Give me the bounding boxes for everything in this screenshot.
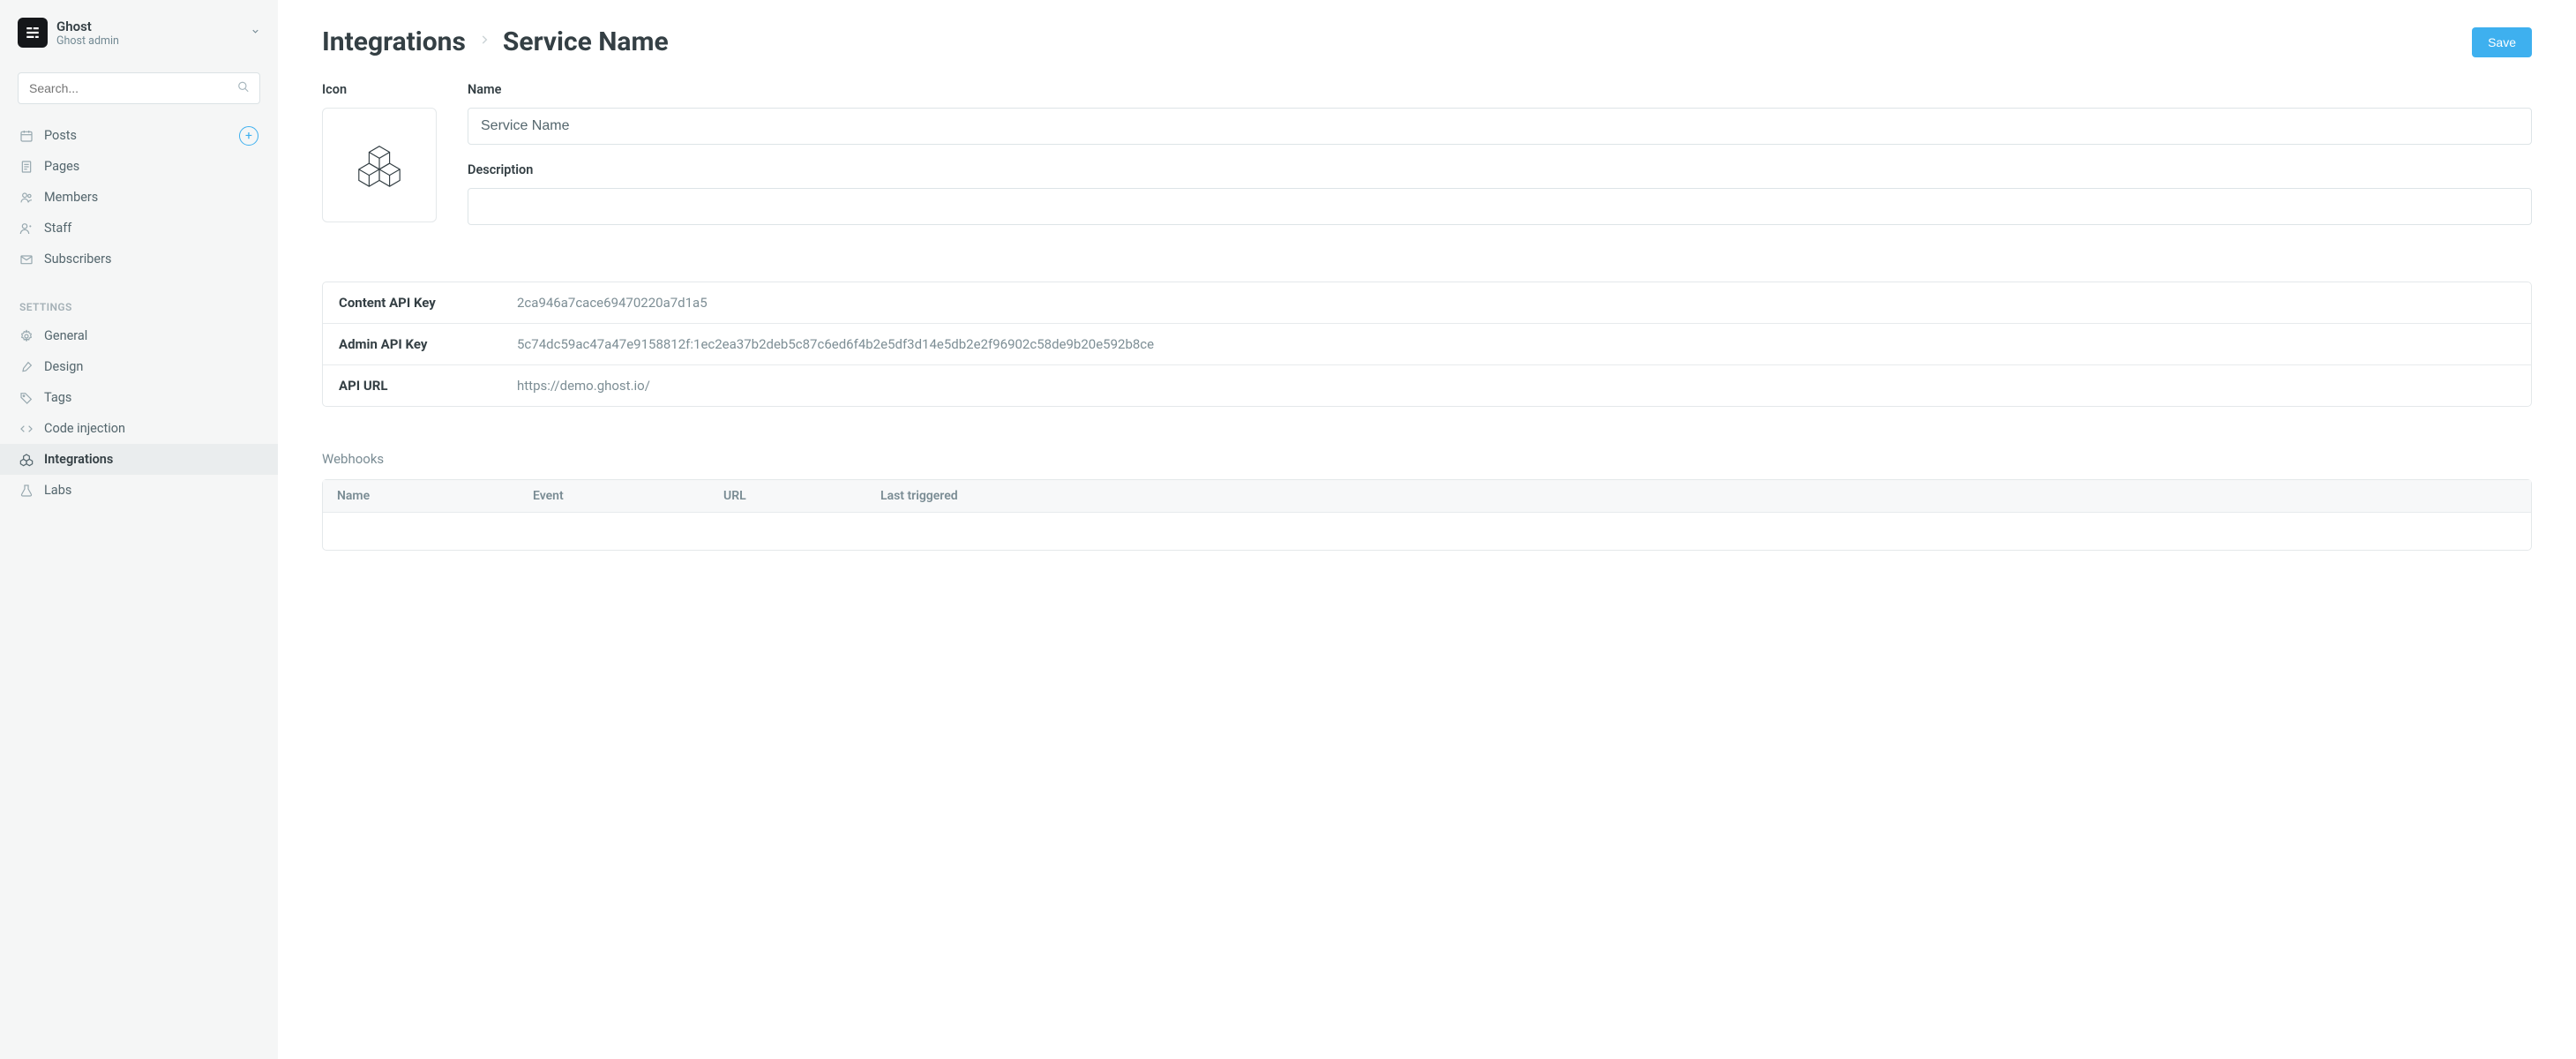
webhooks-table-body [323,513,2531,550]
column-name: Name [337,489,533,503]
brand-logo-icon [18,18,48,48]
sidebar-item-label: Members [44,190,98,205]
sidebar-item-label: Tags [44,390,71,405]
save-button[interactable]: Save [2472,27,2532,57]
chevron-right-icon [478,31,490,54]
sidebar-item-code-injection[interactable]: Code injection [0,413,278,444]
calendar-icon [19,129,34,143]
search-icon [237,80,250,97]
api-row-url: API URL https://demo.ghost.io/ [323,365,2531,406]
integrations-icon [19,453,34,467]
webhooks-heading: Webhooks [322,451,2532,467]
brand-switcher[interactable]: Ghost Ghost admin [0,18,278,48]
api-keys-table: Content API Key 2ca946a7cace69470220a7d1… [322,282,2532,407]
description-input[interactable] [468,188,2532,225]
name-input[interactable] [468,108,2532,145]
webhooks-table: Name Event URL Last triggered [322,479,2532,551]
nav-main: Posts + Pages Members Staff Subscribers [0,115,278,280]
content-api-key-value[interactable]: 2ca946a7cace69470220a7d1a5 [517,295,2515,311]
sidebar-item-label: Pages [44,159,79,174]
sidebar-item-labs[interactable]: Labs [0,475,278,506]
members-icon [19,191,34,205]
settings-heading: SETTINGS [0,285,278,320]
webhooks-table-header: Name Event URL Last triggered [323,480,2531,513]
sidebar-item-label: General [44,328,87,343]
search-input[interactable] [18,72,260,104]
api-url-label: API URL [339,378,517,394]
column-url: URL [723,489,880,503]
integration-icon-upload[interactable] [322,108,437,222]
document-icon [19,160,34,174]
column-event: Event [533,489,723,503]
gear-icon [19,329,34,343]
labs-icon [19,484,34,498]
sidebar-item-pages[interactable]: Pages [0,151,278,182]
sidebar-item-staff[interactable]: Staff [0,213,278,244]
tag-icon [19,391,34,405]
sidebar-item-posts[interactable]: Posts + [0,120,278,151]
description-label: Description [468,162,2532,177]
sidebar-item-general[interactable]: General [0,320,278,351]
nav-settings: SETTINGS General Design Tags Code inject… [0,280,278,511]
sidebar-item-integrations[interactable]: Integrations [0,444,278,475]
api-row-content-key: Content API Key 2ca946a7cace69470220a7d1… [323,282,2531,324]
sidebar-item-label: Design [44,359,83,374]
column-last-triggered: Last triggered [880,489,2517,503]
sidebar-item-label: Posts [44,128,77,143]
brand-name: Ghost [56,19,242,34]
breadcrumb: Integrations Service Name [322,26,669,57]
admin-api-key-value[interactable]: 5c74dc59ac47a47e9158812f:1ec2ea37b2deb5c… [517,336,2515,352]
brush-icon [19,360,34,374]
brand-subtitle: Ghost admin [56,34,242,48]
name-label: Name [468,82,2532,97]
add-post-button[interactable]: + [239,126,258,146]
chevron-down-icon [251,26,260,40]
staff-icon [19,222,34,236]
breadcrumb-current: Service Name [503,26,669,57]
sidebar-item-subscribers[interactable]: Subscribers [0,244,278,274]
sidebar-item-label: Labs [44,483,71,498]
main-content: Integrations Service Name Save Icon [278,0,2576,1059]
sidebar-item-label: Subscribers [44,252,112,267]
sidebar-item-design[interactable]: Design [0,351,278,382]
breadcrumb-root[interactable]: Integrations [322,26,466,57]
sidebar-item-tags[interactable]: Tags [0,382,278,413]
sidebar-item-label: Code injection [44,421,125,436]
icon-label: Icon [322,82,437,97]
sidebar-item-label: Integrations [44,452,113,467]
admin-api-key-label: Admin API Key [339,336,517,352]
boxes-icon [354,139,405,191]
api-url-value[interactable]: https://demo.ghost.io/ [517,378,2515,394]
sidebar-item-label: Staff [44,221,71,236]
sidebar-item-members[interactable]: Members [0,182,278,213]
sidebar: Ghost Ghost admin Posts + [0,0,278,1059]
api-row-admin-key: Admin API Key 5c74dc59ac47a47e9158812f:1… [323,324,2531,365]
content-api-key-label: Content API Key [339,295,517,311]
mail-icon [19,252,34,267]
code-icon [19,422,34,436]
